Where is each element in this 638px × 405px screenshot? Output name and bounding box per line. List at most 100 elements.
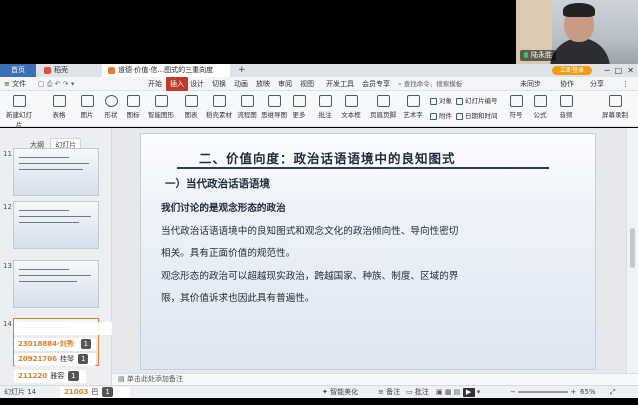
- menu-insert[interactable]: 插入: [166, 77, 188, 91]
- screen-record-button[interactable]: 屏幕录制: [600, 95, 630, 119]
- notes-bar[interactable]: ▤ 单击此处添加备注: [112, 373, 638, 385]
- notes-icon: ▤: [118, 375, 127, 383]
- quick-access-icons[interactable]: ▢ ⎙ ↶ ↷ ▾: [38, 77, 74, 91]
- thumb-line: [19, 210, 69, 211]
- audio-button[interactable]: 音频: [556, 95, 576, 119]
- menu-animation[interactable]: 动画: [234, 77, 248, 91]
- thumb-line: [19, 281, 77, 282]
- chat-message: 20921706 桂琴 1: [14, 353, 96, 366]
- slide-number: 13: [3, 262, 12, 270]
- command-search[interactable]: ⌕ 查找命令、搜索模板: [398, 79, 468, 89]
- mindmap-button[interactable]: 思维导图: [260, 95, 288, 119]
- slide-number: 11: [3, 150, 12, 158]
- textbox-button[interactable]: 文本框: [338, 95, 364, 119]
- slide-number: 14: [3, 320, 12, 328]
- collab-button[interactable]: 协作: [560, 77, 574, 91]
- menu-devtools[interactable]: 开发工具: [326, 77, 354, 91]
- audio-icon: [559, 95, 573, 107]
- video-feed: 陆永胜: [516, 0, 638, 64]
- pi-icon: [533, 95, 547, 107]
- table-icon: [52, 95, 66, 107]
- object-button[interactable]: 对象: [430, 97, 452, 106]
- tab-bar: 首页 稻壳 道德·价值·信...图式的三重向度 + 立即登录 ─ □ ✕: [0, 64, 638, 77]
- notes-toggle-icon: ≡: [378, 388, 387, 396]
- flowchart-icon: [240, 95, 254, 107]
- slide-subtitle[interactable]: 一）当代政治话语语境: [165, 176, 270, 191]
- chat-text: 雅容: [50, 372, 65, 380]
- notes-placeholder: 单击此处添加备注: [126, 375, 183, 383]
- minimize-icon[interactable]: ─: [605, 66, 610, 75]
- menu-member[interactable]: 会员专享: [362, 77, 390, 91]
- object-icon: [430, 97, 437, 105]
- wordart-button[interactable]: 艺术字: [400, 95, 426, 119]
- datetime-button[interactable]: 日期和时间: [456, 112, 498, 121]
- more-grid-icon: [292, 95, 306, 107]
- slide-thumbnail-13[interactable]: [13, 260, 99, 308]
- more-icon[interactable]: ⋮: [622, 77, 629, 91]
- picture-button[interactable]: 图片: [76, 95, 98, 119]
- sync-status[interactable]: 未同步: [520, 77, 541, 91]
- chat-count: 1: [80, 339, 92, 349]
- tab-document[interactable]: 道德·价值·信...图式的三重向度: [102, 64, 230, 77]
- attachment-button[interactable]: 附件: [430, 112, 452, 121]
- new-tab-button[interactable]: +: [232, 64, 246, 77]
- scrollbar-thumb[interactable]: [630, 228, 635, 268]
- menu-start[interactable]: 开始: [148, 77, 162, 91]
- table-button[interactable]: 表格: [48, 95, 70, 119]
- slide-text-line[interactable]: 我们讨论的是观念形态的政治: [161, 200, 286, 214]
- login-button[interactable]: 立即登录: [552, 66, 592, 75]
- smartart-button[interactable]: 智能图形: [146, 95, 176, 119]
- thumb-line: [19, 163, 89, 164]
- vertical-scrollbar[interactable]: [626, 128, 638, 373]
- shape-icon: [104, 95, 118, 107]
- docer-material-button[interactable]: 稻壳素材: [204, 95, 234, 119]
- speaker-name-tag: 陆永胜: [520, 50, 556, 61]
- tab-home[interactable]: 首页: [0, 64, 36, 77]
- menu-slideshow[interactable]: 放映: [256, 77, 270, 91]
- chat-count: 1: [77, 354, 89, 364]
- chat-message: 211220 雅容 1: [14, 370, 86, 383]
- flowchart-button[interactable]: 流程图: [236, 95, 258, 119]
- header-footer-icon: [376, 95, 390, 107]
- comment-button[interactable]: 批注: [316, 95, 334, 119]
- slide-number-icon: [456, 97, 463, 105]
- menu-review[interactable]: 审阅: [278, 77, 292, 91]
- close-icon[interactable]: ✕: [627, 66, 634, 75]
- slide-text-line[interactable]: 相关。具有正面价值的规范性。: [161, 245, 295, 259]
- chart-button[interactable]: 图表: [180, 95, 202, 119]
- title-underline: [177, 167, 549, 169]
- header-footer-button[interactable]: 页眉页脚: [368, 95, 398, 119]
- more-button[interactable]: 更多: [290, 95, 308, 119]
- new-slide-button[interactable]: 新建幻灯片: [4, 95, 34, 129]
- tab-doke-label: 稻壳: [54, 66, 68, 74]
- icon-button[interactable]: 图标: [122, 95, 144, 119]
- slide-text-line[interactable]: 观念形态的政治可以超越现实政治，跨越国家、种族、制度、区域的界: [161, 268, 458, 282]
- slide-thumbnail-11[interactable]: [13, 148, 99, 196]
- menu-file[interactable]: ≡ 文件: [4, 77, 26, 91]
- shape-button[interactable]: 形状: [100, 95, 122, 119]
- menu-design[interactable]: 设计: [190, 77, 204, 91]
- sparkle-icon: ✦: [322, 388, 331, 396]
- slide-canvas[interactable]: 二、价值向度：政治话语语境中的良知图式 一）当代政治话语语境 我们讨论的是观念形…: [140, 133, 596, 370]
- maximize-icon[interactable]: □: [615, 66, 623, 75]
- formula-button[interactable]: 公式: [530, 95, 550, 119]
- slide-text-line[interactable]: 当代政治话语语境中的良知图式和观念文化的政治倾向性、导向性密切: [161, 223, 458, 237]
- slide-text-line[interactable]: 限，其价值诉求也因此具有普遍性。: [161, 290, 315, 304]
- menu-transition[interactable]: 切换: [212, 77, 226, 91]
- share-button[interactable]: 分享: [590, 77, 604, 91]
- slide-thumbnail-panel: 大纲 幻灯片 11 12 13 14 1 23018884·刘秀1 209217…: [0, 128, 134, 385]
- thumb-line: [19, 216, 91, 217]
- slide-number-button[interactable]: 幻灯片编号: [456, 97, 498, 106]
- ribbon-toolbar: 新建幻灯片 表格 图片 形状 图标 智能图形 图表 稻壳素材 流程图 思维导图 …: [0, 91, 638, 129]
- chat-sender: 21003: [64, 388, 89, 396]
- play-slideshow-icon[interactable]: ▶: [462, 388, 475, 397]
- tab-doke[interactable]: 稻壳: [38, 64, 98, 77]
- tab-document-label: 道德·价值·信...图式的三重向度: [118, 66, 214, 74]
- comment-icon: [318, 95, 332, 107]
- mic-icon: [524, 52, 528, 58]
- chat-text: 桂琴: [59, 355, 74, 363]
- slide-title[interactable]: 二、价值向度：政治话语语境中的良知图式: [199, 148, 456, 167]
- symbol-button[interactable]: 符号: [506, 95, 526, 119]
- slide-thumbnail-12[interactable]: [13, 201, 99, 249]
- menu-view[interactable]: 视图: [300, 77, 314, 91]
